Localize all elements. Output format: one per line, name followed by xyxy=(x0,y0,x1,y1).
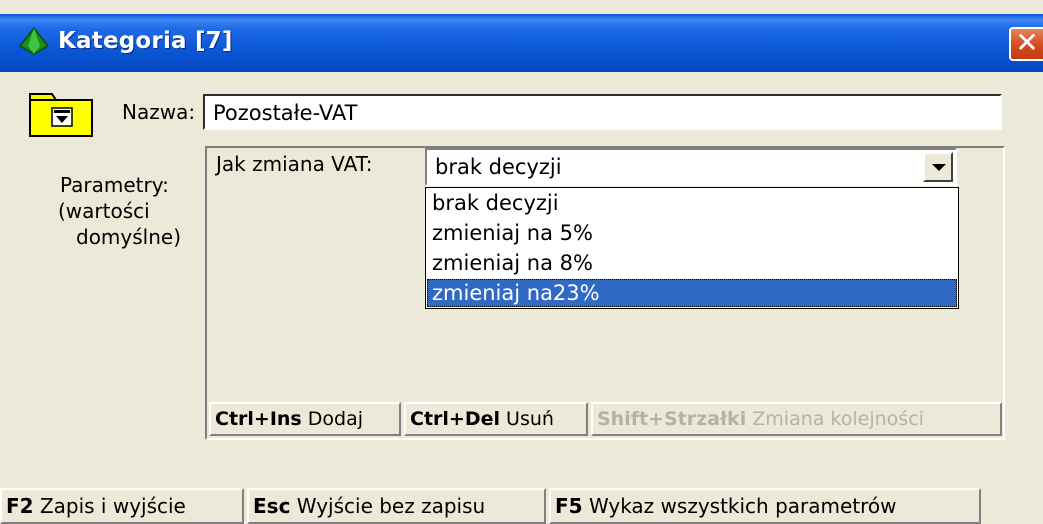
hint-text: Zmiana kolejności xyxy=(752,408,924,430)
window-title: Kategoria [7] xyxy=(58,28,233,54)
hint-key: F5 xyxy=(555,494,583,518)
close-icon: ✕ xyxy=(1015,26,1039,59)
name-input[interactable]: Pozostałe-VAT xyxy=(203,94,1002,130)
vat-option[interactable]: zmieniaj na 5% xyxy=(427,219,957,247)
vat-label: Jak zmiana VAT: xyxy=(216,152,373,176)
hint-text: Wyjście bez zapisu xyxy=(296,494,486,518)
chevron-down-icon xyxy=(932,164,946,171)
hint-text: Dodaj xyxy=(307,408,364,430)
hint-key: Ctrl+Ins xyxy=(215,408,302,430)
parameters-label-line3: domyślne) xyxy=(76,225,182,249)
vat-dropdown-list: brak decyzji zmieniaj na 5% zmieniaj na … xyxy=(425,187,959,309)
folder-dropdown-icon xyxy=(29,93,93,137)
add-button[interactable]: Ctrl+Ins Dodaj xyxy=(209,402,401,436)
exit-without-save-button[interactable]: Esc Wyjście bez zapisu xyxy=(247,488,546,524)
folder-button[interactable] xyxy=(28,90,98,140)
reorder-button: Shift+Strzałki Zmiana kolejności xyxy=(591,402,1002,436)
vat-option[interactable]: zmieniaj na 8% xyxy=(427,249,957,277)
hint-key: Shift+Strzałki xyxy=(597,408,747,430)
hint-key: F2 xyxy=(6,494,34,518)
parameters-label: Parametry: (wartości domyślne) xyxy=(58,172,182,250)
parameters-label-line2: (wartości xyxy=(58,199,150,223)
vat-option[interactable]: brak decyzji xyxy=(427,189,957,217)
hint-text: Usuń xyxy=(506,408,554,430)
hint-key: Ctrl+Del xyxy=(410,408,500,430)
vat-select[interactable]: brak decyzji xyxy=(425,148,957,186)
green-diamond-icon xyxy=(18,26,50,55)
delete-button[interactable]: Ctrl+Del Usuń xyxy=(404,402,588,436)
all-parameters-button[interactable]: F5 Wykaz wszystkich parametrów xyxy=(549,488,981,524)
vat-select-dropdown-button[interactable] xyxy=(923,152,953,182)
vat-option-selected[interactable]: zmieniaj na23% xyxy=(427,279,957,307)
name-label: Nazwa: xyxy=(122,100,196,124)
save-exit-button[interactable]: F2 Zapis i wyjście xyxy=(0,488,244,524)
title-bar: Kategoria [7] ✕ xyxy=(0,14,1043,72)
close-button[interactable]: ✕ xyxy=(1009,27,1043,61)
hint-key: Esc xyxy=(253,494,291,518)
hint-text: Wykaz wszystkich parametrów xyxy=(588,494,897,518)
parameters-label-line1: Parametry: xyxy=(60,173,169,197)
vat-select-value: brak decyzji xyxy=(435,155,562,179)
hint-text: Zapis i wyjście xyxy=(39,494,186,518)
